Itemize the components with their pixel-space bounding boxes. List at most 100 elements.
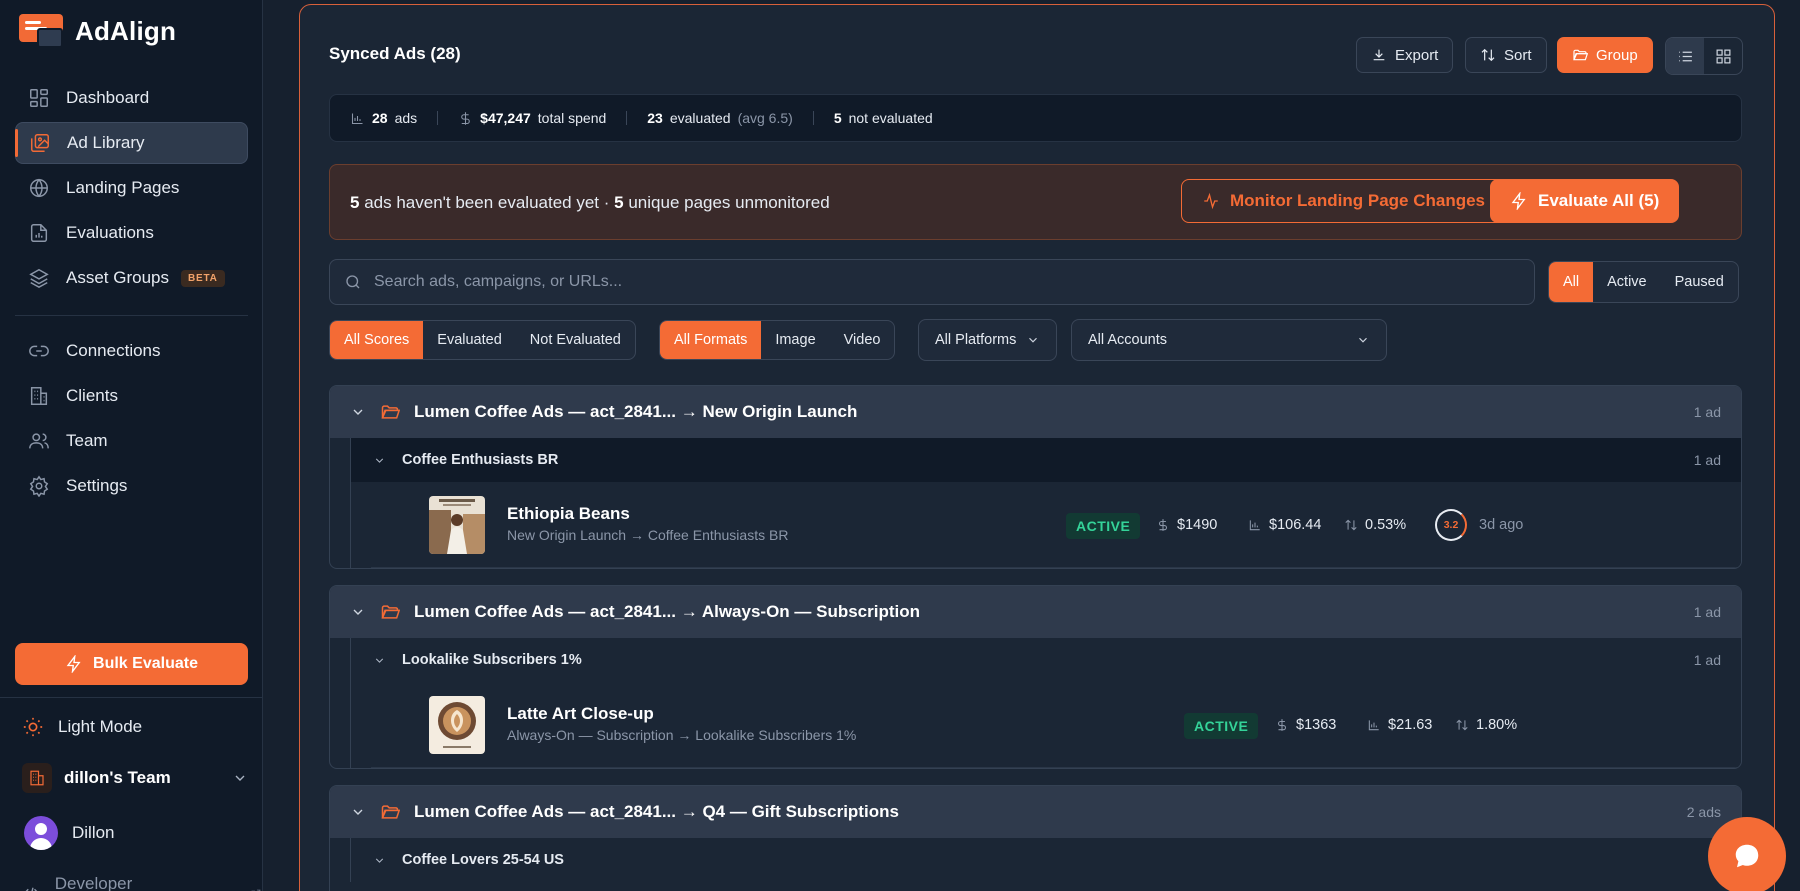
warning-text-b: unique pages unmonitored <box>628 193 830 212</box>
bulk-evaluate-label: Bulk Evaluate <box>93 655 198 672</box>
format-filter-all[interactable]: All Formats <box>660 321 762 359</box>
sidebar-item-label: Connections <box>66 341 161 360</box>
adset-group-title: Lookalike Subscribers 1% <box>402 652 582 668</box>
status-filter-paused[interactable]: Paused <box>1661 262 1738 302</box>
last-evaluated: 3d ago <box>1479 517 1524 533</box>
ad-cpa-value: $21.63 <box>1388 717 1433 733</box>
search-box <box>329 259 1535 305</box>
group-button[interactable]: Group <box>1557 37 1653 73</box>
evaluated-label: evaluated <box>669 110 731 126</box>
sun-icon <box>23 717 43 737</box>
adset-group-header[interactable]: Lookalike Subscribers 1% 1 ad <box>350 638 1741 682</box>
score-filter-not-evaluated[interactable]: Not Evaluated <box>516 321 635 359</box>
score-filter-all[interactable]: All Scores <box>330 321 424 359</box>
link-icon <box>29 345 49 357</box>
ad-name: Ethiopia Beans <box>507 504 630 523</box>
search-input[interactable] <box>374 273 1474 291</box>
bulk-evaluate-button[interactable]: Bulk Evaluate <box>15 643 248 685</box>
view-toggle <box>1665 37 1743 75</box>
monitor-landing-pages-button[interactable]: Monitor Landing Page Changes (5) <box>1181 179 1532 223</box>
search-icon <box>346 275 360 289</box>
sort-button[interactable]: Sort <box>1465 37 1547 73</box>
list-icon <box>1678 51 1692 61</box>
status-filter-all[interactable]: All <box>1549 262 1594 302</box>
adset-group-count: 1 ad <box>1693 452 1721 468</box>
sidebar-item-asset-groups[interactable]: Asset Groups BETA <box>15 257 248 299</box>
sidebar-item-landing-pages[interactable]: Landing Pages <box>15 167 248 209</box>
monitor-label: Monitor Landing Page Changes (5) <box>1230 191 1511 210</box>
sidebar-item-dashboard[interactable]: Dashboard <box>15 77 248 119</box>
sidebar-item-label: Landing Pages <box>66 178 180 197</box>
adset-group-header[interactable]: Coffee Lovers 25-54 US 1 <box>350 838 1741 882</box>
grid-view-button[interactable] <box>1704 38 1742 74</box>
layers-icon <box>29 268 49 289</box>
ad-path: Always-On — Subscription → Lookalike Sub… <box>507 727 857 743</box>
sort-icon <box>1456 719 1468 731</box>
sidebar-item-label: Clients <box>66 386 118 405</box>
campaign-group: Lumen Coffee Ads — act_2841... → Q4 — Gi… <box>329 785 1742 891</box>
spend-label: total spend <box>537 110 607 126</box>
sidebar-item-clients[interactable]: Clients <box>15 375 248 417</box>
ad-cpa: $21.63 <box>1367 717 1432 733</box>
format-filter-video[interactable]: Video <box>830 321 895 359</box>
developer-docs-link[interactable]: Developer Docs <box>22 874 262 891</box>
total-spend: $47,247 <box>480 110 531 126</box>
bar-chart-icon <box>1249 520 1260 531</box>
lightning-icon <box>66 655 81 673</box>
app-name: AdAlign <box>75 15 177 46</box>
app-logo[interactable]: AdAlign <box>19 14 176 48</box>
format-filter-image[interactable]: Image <box>761 321 829 359</box>
sidebar-item-evaluations[interactable]: Evaluations <box>15 212 248 254</box>
light-mode-toggle[interactable]: Light Mode <box>22 716 142 738</box>
score-filter: All Scores Evaluated Not Evaluated <box>329 320 636 360</box>
download-icon <box>1373 49 1385 61</box>
bar-chart-icon <box>1368 720 1379 731</box>
ad-ctr-value: 0.53% <box>1365 517 1407 533</box>
sidebar-item-team[interactable]: Team <box>15 420 248 462</box>
chat-support-button[interactable] <box>1708 817 1786 891</box>
score-filter-evaluated[interactable]: Evaluated <box>423 321 516 359</box>
building-icon <box>30 387 48 405</box>
status-filter-active[interactable]: Active <box>1593 262 1661 302</box>
sidebar-item-ad-library[interactable]: Ad Library <box>15 122 248 164</box>
chevron-down-icon <box>353 609 363 615</box>
evaluate-all-button[interactable]: Evaluate All (5) <box>1490 179 1680 223</box>
sidebar-item-connections[interactable]: Connections <box>15 330 248 372</box>
warning-text-a: ads haven't been evaluated yet · <box>364 193 610 212</box>
campaign-group-header[interactable]: Lumen Coffee Ads — act_2841... → Q4 — Gi… <box>330 786 1741 838</box>
user-profile[interactable]: Dillon <box>24 816 115 850</box>
chat-bubble-icon <box>1735 844 1759 868</box>
code-icon <box>25 887 38 891</box>
team-switcher[interactable]: dillon's Team <box>22 762 248 794</box>
sidebar-item-label: Ad Library <box>67 133 145 152</box>
ad-thumbnail <box>429 696 485 754</box>
divider <box>626 111 628 125</box>
platform-select-value: All Platforms <box>935 332 1017 348</box>
campaign-group-count: 1 ad <box>1693 404 1721 420</box>
ad-row[interactable]: Ethiopia Beans New Origin Launch → Coffe… <box>350 482 1741 568</box>
status-badge: ACTIVE <box>1184 713 1259 739</box>
export-button[interactable]: Export <box>1356 37 1454 73</box>
folder-open-icon <box>381 405 400 419</box>
sort-icon <box>1481 48 1495 62</box>
ad-thumbnail <box>429 496 485 554</box>
beta-badge: BETA <box>181 269 225 287</box>
evaluation-score[interactable]: 3.2 <box>1435 509 1467 541</box>
sidebar-item-settings[interactable]: Settings <box>15 465 248 507</box>
globe-icon <box>30 178 48 198</box>
campaign-group-header[interactable]: Lumen Coffee Ads — act_2841... → Always-… <box>330 586 1741 638</box>
adset-group-header[interactable]: Coffee Enthusiasts BR 1 ad <box>350 438 1741 482</box>
avatar <box>24 816 58 850</box>
evaluate-all-label: Evaluate All (5) <box>1538 191 1660 210</box>
sidebar-divider <box>0 697 263 698</box>
light-mode-label: Light Mode <box>58 717 143 736</box>
list-view-button[interactable] <box>1666 38 1704 74</box>
ad-ctr: 0.53% <box>1344 517 1406 533</box>
campaign-group-header[interactable]: Lumen Coffee Ads — act_2841... → New Ori… <box>330 386 1741 438</box>
platform-select[interactable]: All Platforms <box>918 319 1057 361</box>
user-name: Dillon <box>72 823 115 842</box>
team-name: dillon's Team <box>64 768 171 787</box>
chevron-down-icon <box>1359 337 1367 343</box>
ad-row[interactable]: Latte Art Close-up Always-On — Subscript… <box>350 682 1741 768</box>
account-select[interactable]: All Accounts <box>1071 319 1387 361</box>
